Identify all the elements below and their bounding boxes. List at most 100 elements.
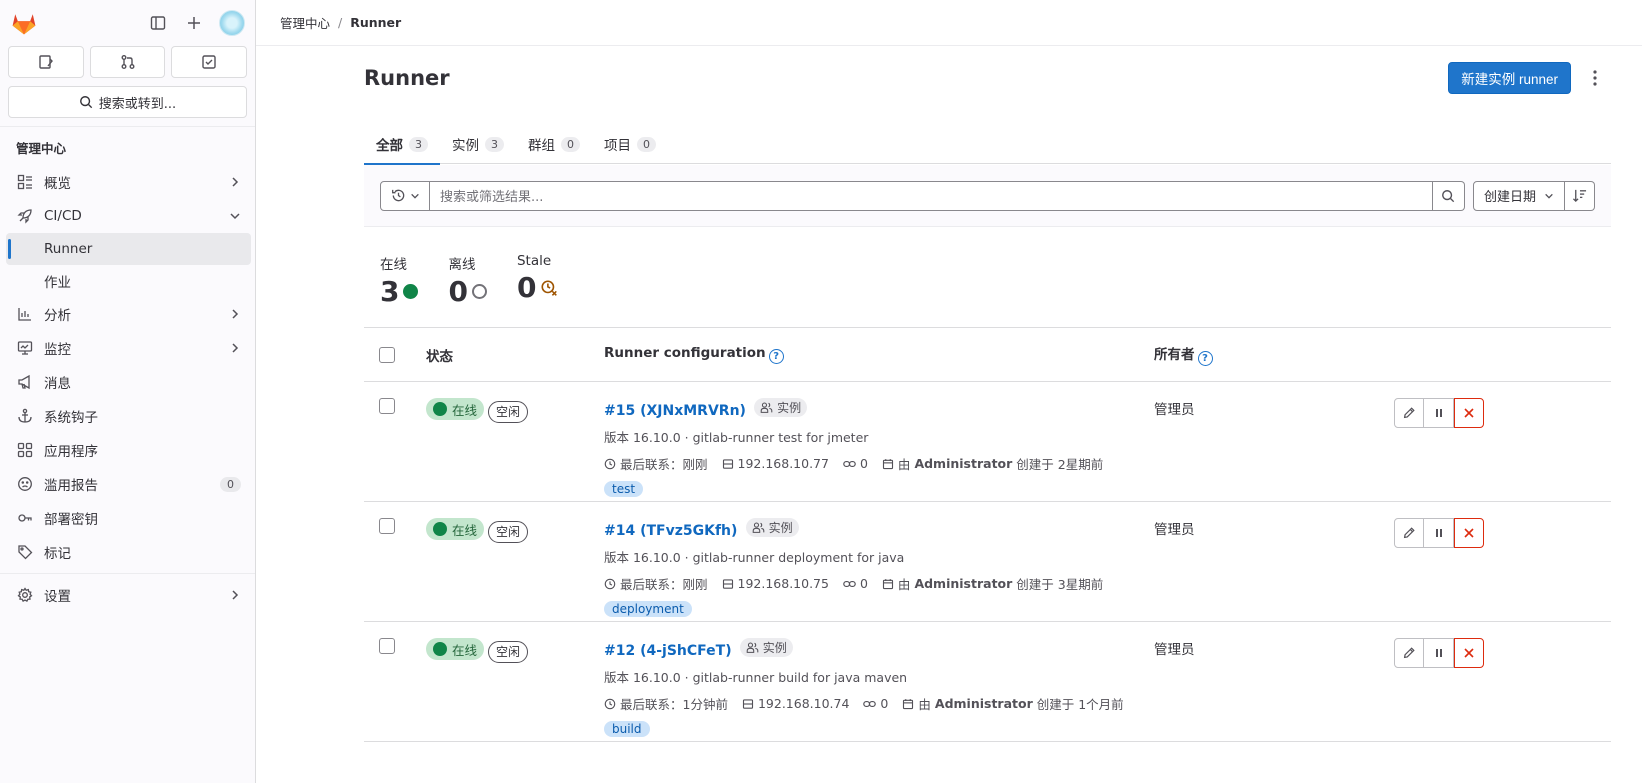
creator-link[interactable]: Administrator bbox=[914, 456, 1012, 471]
help-icon[interactable]: ? bbox=[1197, 351, 1213, 366]
anchor-icon bbox=[16, 407, 34, 425]
sort-lowest-icon bbox=[1572, 189, 1587, 203]
runner-tag[interactable]: build bbox=[604, 721, 650, 737]
job-count: 0 bbox=[843, 576, 868, 591]
tab-instance[interactable]: 实例 3 bbox=[440, 124, 516, 164]
merge-requests-shortcut-button[interactable] bbox=[89, 46, 166, 78]
stat-stale[interactable]: Stale 0 bbox=[517, 253, 558, 327]
avatar[interactable] bbox=[219, 10, 245, 36]
gitlab-logo[interactable] bbox=[10, 9, 38, 37]
ip-address: 192.168.10.74 bbox=[742, 696, 849, 711]
new-instance-runner-button[interactable]: 新建实例 runner bbox=[1448, 62, 1571, 94]
ip-text: 192.168.10.77 bbox=[737, 456, 829, 471]
edit-runner-button[interactable] bbox=[1394, 638, 1424, 668]
sidebar-item-overview[interactable]: 概览 bbox=[0, 165, 255, 199]
search-submit-button[interactable] bbox=[1432, 180, 1465, 211]
created-at-text: 创建于 1个月前 bbox=[1036, 697, 1124, 712]
created-info: 由 Administrator 创建于 1个月前 bbox=[902, 694, 1124, 713]
sidebar-item-settings[interactable]: 设置 bbox=[0, 578, 255, 612]
sidebar-item-deploy-keys[interactable]: 部署密钥 bbox=[0, 501, 255, 535]
tab-project[interactable]: 项目 0 bbox=[592, 124, 668, 164]
tab-all[interactable]: 全部 3 bbox=[364, 124, 440, 165]
search-input[interactable]: 搜索或筛选结果... bbox=[430, 180, 1433, 211]
idle-badge: 空闲 bbox=[488, 520, 529, 543]
runner-link[interactable]: #12 (4-jShCFeT) bbox=[604, 643, 732, 659]
sidebar-item-label: Runner bbox=[44, 241, 93, 257]
edit-runner-button[interactable] bbox=[1394, 518, 1424, 548]
applications-icon bbox=[16, 441, 34, 459]
sidebar-item-label: 作业 bbox=[44, 275, 71, 291]
row-checkbox[interactable] bbox=[379, 398, 395, 414]
sidebar-item-jobs[interactable]: 作业 bbox=[0, 265, 255, 297]
users-icon bbox=[746, 642, 759, 653]
runner-tag[interactable]: deployment bbox=[604, 601, 692, 617]
tab-count: 0 bbox=[637, 136, 656, 152]
header-config: Runner configuration bbox=[604, 345, 766, 361]
sort-by-dropdown[interactable]: 创建日期 bbox=[1472, 180, 1565, 211]
sidebar-item-runner[interactable]: Runner bbox=[6, 233, 251, 265]
sort-direction-button[interactable] bbox=[1565, 180, 1595, 211]
issues-shortcut-button[interactable] bbox=[8, 46, 84, 78]
runner-type-text: 实例 bbox=[762, 641, 787, 655]
edit-runner-button[interactable] bbox=[1394, 398, 1424, 428]
pipeline-icon bbox=[863, 700, 877, 707]
sidebar-item-messages[interactable]: 消息 bbox=[0, 365, 255, 399]
calendar-icon bbox=[903, 698, 914, 709]
pause-runner-button[interactable] bbox=[1424, 518, 1454, 548]
delete-runner-button[interactable] bbox=[1454, 638, 1484, 668]
help-icon[interactable]: ? bbox=[768, 349, 784, 364]
creator-link[interactable]: Administrator bbox=[914, 576, 1012, 591]
status-text: 在线 bbox=[452, 522, 478, 538]
stat-offline[interactable]: 离线 0 bbox=[448, 253, 487, 327]
runner-type-tabs: 全部 3 实例 3 群组 0 项目 0 bbox=[364, 124, 1611, 165]
sidebar-item-applications[interactable]: 应用程序 bbox=[0, 433, 255, 467]
tab-group[interactable]: 群组 0 bbox=[516, 124, 592, 164]
runner-link[interactable]: #15 (XJNxMRVRn) bbox=[604, 403, 746, 419]
pencil-icon bbox=[1403, 407, 1415, 419]
row-checkbox[interactable] bbox=[379, 518, 395, 534]
sidebar-item-abuse-reports[interactable]: 滥用报告 0 bbox=[0, 467, 255, 501]
stat-online[interactable]: 在线 3 bbox=[380, 253, 419, 327]
breadcrumb-parent-link[interactable]: 管理中心 bbox=[280, 13, 330, 32]
chevron-down-icon bbox=[410, 193, 419, 199]
sidebar-item-analytics[interactable]: 分析 bbox=[0, 297, 255, 331]
key-icon bbox=[16, 509, 34, 527]
sidebar-item-system-hooks[interactable]: 系统钩子 bbox=[0, 399, 255, 433]
status-text: 在线 bbox=[452, 642, 478, 658]
sidebar-item-labels[interactable]: 标记 bbox=[0, 535, 255, 569]
runner-tag[interactable]: test bbox=[604, 481, 644, 497]
pause-runner-button[interactable] bbox=[1424, 638, 1454, 668]
sidebar-search-button[interactable]: 搜索或转到... bbox=[8, 86, 247, 118]
plus-icon[interactable] bbox=[183, 12, 205, 34]
more-actions-icon[interactable] bbox=[1579, 62, 1611, 94]
tab-label: 项目 bbox=[604, 138, 631, 154]
job-count-text: 0 bbox=[880, 696, 889, 711]
search-history-button[interactable] bbox=[380, 180, 430, 211]
pause-runner-button[interactable] bbox=[1424, 398, 1454, 428]
megaphone-icon bbox=[16, 373, 34, 391]
creator-link[interactable]: Administrator bbox=[935, 696, 1033, 711]
select-all-checkbox[interactable] bbox=[379, 346, 395, 363]
delete-runner-button[interactable] bbox=[1454, 398, 1484, 428]
runner-link[interactable]: #14 (TFvz5GKfh) bbox=[604, 523, 737, 539]
chevron-right-icon bbox=[229, 342, 241, 354]
online-dot-icon bbox=[433, 642, 447, 656]
delete-runner-button[interactable] bbox=[1454, 518, 1484, 548]
stat-label: 在线 bbox=[380, 257, 407, 273]
pause-icon bbox=[1435, 649, 1442, 657]
close-icon bbox=[1464, 408, 1474, 418]
sidebar-toggle-icon[interactable] bbox=[147, 12, 169, 34]
filter-bar: 搜索或筛选结果... 创建日期 bbox=[364, 165, 1611, 227]
sidebar-item-monitoring[interactable]: 监控 bbox=[0, 331, 255, 365]
last-contact: 最后联系：1分钟前 bbox=[604, 694, 728, 713]
owner-text: 管理员 bbox=[1154, 402, 1195, 418]
sidebar-item-cicd[interactable]: CI/CD bbox=[0, 199, 255, 233]
todo-shortcut-button[interactable] bbox=[171, 46, 248, 78]
idle-badge: 空闲 bbox=[488, 400, 529, 423]
breadcrumb-current[interactable]: Runner bbox=[350, 15, 401, 30]
close-icon bbox=[1464, 648, 1474, 658]
todo-icon bbox=[202, 55, 216, 69]
row-checkbox[interactable] bbox=[379, 638, 395, 654]
sidebar-section-title: 管理中心 bbox=[16, 141, 67, 156]
merge-request-icon bbox=[121, 55, 134, 69]
